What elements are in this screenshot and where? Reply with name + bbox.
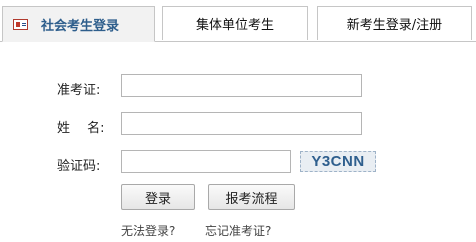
captcha-input[interactable] <box>121 150 291 173</box>
name-label: 姓 名: <box>57 121 105 136</box>
forgot-exam-id-link[interactable]: 忘记准考证? <box>205 222 271 239</box>
tab-social-candidate-login[interactable]: 社会考生登录 <box>2 6 155 42</box>
name-input[interactable] <box>121 112 362 135</box>
captcha-label: 验证码: <box>57 159 101 174</box>
exam-id-input[interactable] <box>121 74 362 97</box>
login-tabs: 社会考生登录 集体单位考生 新考生登录/注册 <box>0 0 476 42</box>
tab-group-unit-candidate[interactable]: 集体单位考生 <box>162 6 308 40</box>
tab-label: 社会考生登录 <box>41 18 120 34</box>
tab-label: 新考生登录/注册 <box>346 18 443 33</box>
tab-new-candidate-register[interactable]: 新考生登录/注册 <box>317 6 472 40</box>
login-button[interactable]: 登录 <box>121 184 195 210</box>
id-card-icon <box>13 18 28 30</box>
exam-id-label: 准考证: <box>57 83 101 98</box>
cannot-login-link[interactable]: 无法登录? <box>121 222 175 239</box>
tab-label: 集体单位考生 <box>195 18 274 33</box>
exam-process-button[interactable]: 报考流程 <box>208 184 295 210</box>
captcha-image[interactable]: Y3CNN <box>300 151 376 172</box>
